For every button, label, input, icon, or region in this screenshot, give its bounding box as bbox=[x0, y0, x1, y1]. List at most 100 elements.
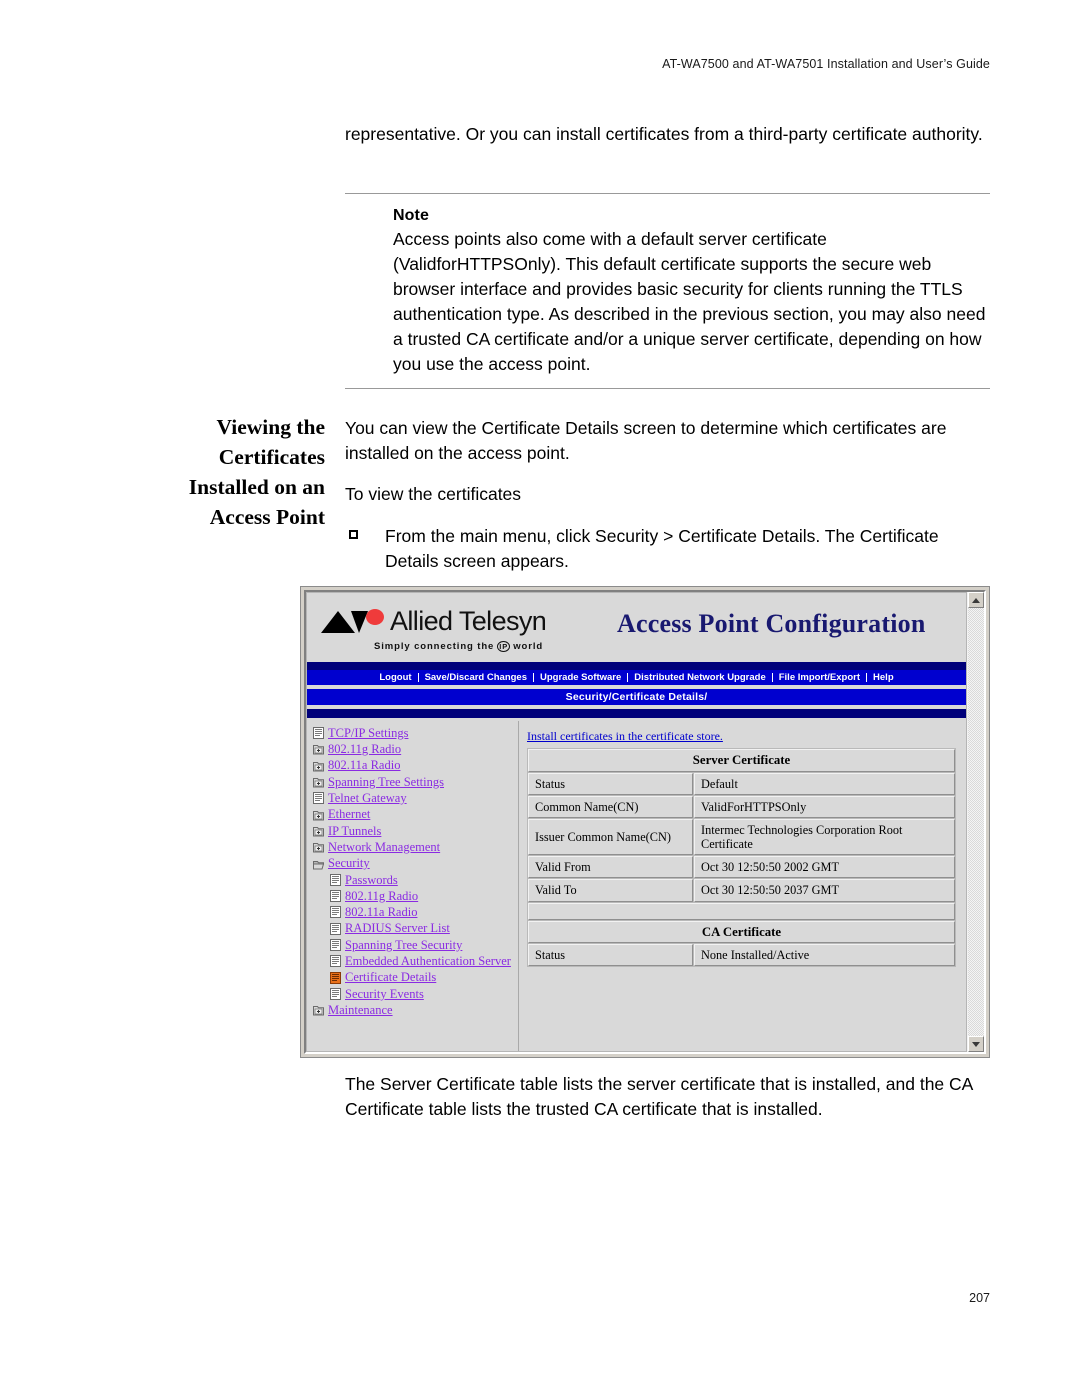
tree-item-label: Embedded Authentication Server bbox=[345, 954, 511, 969]
tree-item-passwords[interactable]: Passwords bbox=[313, 872, 518, 888]
folder-closed-icon bbox=[313, 745, 324, 755]
folder-closed-icon bbox=[313, 761, 324, 772]
vertical-scrollbar[interactable] bbox=[967, 592, 984, 1052]
page-number: 207 bbox=[969, 1291, 990, 1305]
row-value: Default bbox=[694, 772, 955, 795]
navy-divider-top bbox=[307, 662, 966, 670]
brand-tagline: Simply connecting the IP world bbox=[374, 641, 589, 652]
menu-item-distributed-network-upgrade[interactable]: Distributed Network Upgrade bbox=[628, 673, 773, 683]
tree-item-network-management[interactable]: Network Management bbox=[313, 839, 518, 855]
brand-name: Allied Telesyn bbox=[390, 605, 547, 636]
table-row: Issuer Common Name(CN) Intermec Technolo… bbox=[528, 818, 955, 856]
tree-item-label: Network Management bbox=[328, 839, 441, 854]
tree-item-security-802-11g-radio[interactable]: 802.11g Radio bbox=[313, 888, 518, 904]
table-row: Common Name(CN) ValidForHTTPSOnly bbox=[528, 795, 955, 818]
page-icon bbox=[313, 792, 324, 805]
server-certificate-header: Server Certificate bbox=[528, 749, 955, 772]
square-bullet-icon bbox=[349, 530, 358, 539]
spacer-cell bbox=[528, 902, 955, 920]
brand-header: Allied Telesyn Simply connecting the IP … bbox=[307, 593, 966, 662]
menu-item-save-discard[interactable]: Save/Discard Changes bbox=[419, 673, 534, 683]
row-value: ValidForHTTPSOnly bbox=[694, 795, 955, 818]
menu-item-logout[interactable]: Logout bbox=[373, 673, 419, 683]
scroll-down-arrow-icon bbox=[972, 1041, 980, 1047]
brand-logo: Allied Telesyn Simply connecting the IP … bbox=[321, 603, 589, 652]
tree-item-label: IP Tunnels bbox=[328, 823, 382, 838]
browser-page: Allied Telesyn Simply connecting the IP … bbox=[306, 592, 967, 1052]
tree-item-label: 802.11a Radio bbox=[328, 758, 401, 773]
tree-item-spanning-tree-settings[interactable]: Spanning Tree Settings bbox=[313, 774, 518, 790]
tree-item-label: 802.11a Radio bbox=[345, 905, 418, 920]
tree-item-ethernet[interactable]: Ethernet bbox=[313, 806, 518, 822]
table-row: CA Certificate bbox=[528, 920, 955, 944]
tree-item-security-events[interactable]: Security Events bbox=[313, 986, 518, 1002]
tree-item-label: Maintenance bbox=[328, 1002, 393, 1017]
page-icon bbox=[330, 890, 341, 903]
row-value: Oct 30 12:50:50 2002 GMT bbox=[694, 856, 955, 879]
note-text: Access points also come with a default s… bbox=[393, 229, 986, 374]
menu-item-file-import-export[interactable]: File Import/Export bbox=[773, 673, 868, 683]
section-subhead: To view the certificates bbox=[345, 484, 522, 504]
ip-badge-icon: IP bbox=[497, 641, 511, 652]
ca-certificate-header: CA Certificate bbox=[528, 920, 955, 944]
tree-item-label: 802.11g Radio bbox=[345, 888, 419, 903]
tree-item-label: Telnet Gateway bbox=[328, 791, 407, 806]
tagline-before: Simply connecting the bbox=[374, 641, 495, 652]
table-row: Server Certificate bbox=[528, 749, 955, 772]
page-icon bbox=[330, 906, 341, 919]
tree-item-certificate-details[interactable]: Certificate Details bbox=[313, 969, 518, 985]
row-value: Intermec Technologies Corporation Root C… bbox=[694, 818, 955, 856]
table-row: Status Default bbox=[528, 772, 955, 795]
row-label: Status bbox=[528, 944, 693, 967]
scrollbar-track[interactable] bbox=[968, 608, 984, 1036]
table-row: Valid From Oct 30 12:50:50 2002 GMT bbox=[528, 856, 955, 879]
running-head: AT-WA7500 and AT-WA7501 Installation and… bbox=[662, 57, 990, 71]
section-heading: Viewing the Certificates Installed on an… bbox=[188, 415, 325, 529]
page-icon bbox=[313, 727, 324, 740]
tree-item-security-802-11a-radio[interactable]: 802.11a Radio bbox=[313, 904, 518, 920]
tree-item-maintenance[interactable]: Maintenance bbox=[313, 1002, 518, 1018]
folder-closed-icon bbox=[313, 843, 324, 853]
folder-open-icon bbox=[313, 860, 324, 870]
screenshot-figure: Allied Telesyn Simply connecting the IP … bbox=[300, 586, 990, 1058]
page-icon bbox=[330, 922, 341, 935]
tree-item-label: Spanning Tree Security bbox=[345, 937, 463, 952]
tree-item-embedded-authentication-server[interactable]: Embedded Authentication Server bbox=[313, 953, 518, 969]
tree-item-radius-server-list[interactable]: RADIUS Server List bbox=[313, 921, 518, 937]
tree-item-ip-tunnels[interactable]: IP Tunnels bbox=[313, 823, 518, 839]
row-label: Issuer Common Name(CN) bbox=[528, 818, 693, 856]
tree-item-label: RADIUS Server List bbox=[345, 921, 450, 936]
browser-window: Allied Telesyn Simply connecting the IP … bbox=[304, 590, 986, 1054]
scroll-down-button[interactable] bbox=[968, 1036, 984, 1052]
closing-paragraph: The Server Certificate table lists the s… bbox=[345, 1074, 973, 1119]
tree-item-label: Spanning Tree Settings bbox=[328, 774, 444, 789]
app-title: Access Point Configuration bbox=[617, 609, 926, 638]
row-label: Valid From bbox=[528, 856, 693, 879]
install-certificates-link[interactable]: Install certificates in the certificate … bbox=[527, 729, 723, 744]
tree-item-802-11g-radio[interactable]: 802.11g Radio bbox=[313, 741, 518, 757]
page-icon bbox=[330, 987, 341, 1000]
menu-item-help[interactable]: Help bbox=[867, 673, 900, 683]
tree-item-label: TCP/IP Settings bbox=[328, 725, 409, 740]
scroll-up-button[interactable] bbox=[968, 592, 984, 608]
tree-item-tcp-ip-settings[interactable]: TCP/IP Settings bbox=[313, 725, 518, 741]
tree-item-spanning-tree-security[interactable]: Spanning Tree Security bbox=[313, 937, 518, 953]
tree-item-telnet-gateway[interactable]: Telnet Gateway bbox=[313, 790, 518, 806]
allied-telesyn-logo-icon bbox=[321, 608, 387, 634]
tree-item-security[interactable]: Security bbox=[313, 855, 518, 871]
intro-paragraph: representative. Or you can install certi… bbox=[345, 124, 983, 144]
tree-item-label: Ethernet bbox=[328, 807, 371, 822]
step-item: From the main menu, click Security > Cer… bbox=[345, 524, 990, 574]
folder-closed-icon bbox=[313, 1006, 324, 1016]
table-row: Status None Installed/Active bbox=[528, 944, 955, 967]
folder-closed-icon bbox=[313, 778, 324, 788]
tree-item-label: Passwords bbox=[345, 872, 398, 887]
menu-item-upgrade-software[interactable]: Upgrade Software bbox=[534, 673, 629, 683]
row-label: Valid To bbox=[528, 879, 693, 902]
top-menu-bar: Logout Save/Discard Changes Upgrade Soft… bbox=[307, 670, 966, 685]
tree-item-label: Security Events bbox=[345, 986, 424, 1001]
tree-item-802-11a-radio[interactable]: 802.11a Radio bbox=[313, 758, 518, 774]
row-value: Oct 30 12:50:50 2037 GMT bbox=[694, 879, 955, 902]
certificate-tables: Server Certificate Status Default Common… bbox=[527, 748, 956, 968]
breadcrumb-bar: Security/Certificate Details/ bbox=[307, 689, 966, 705]
